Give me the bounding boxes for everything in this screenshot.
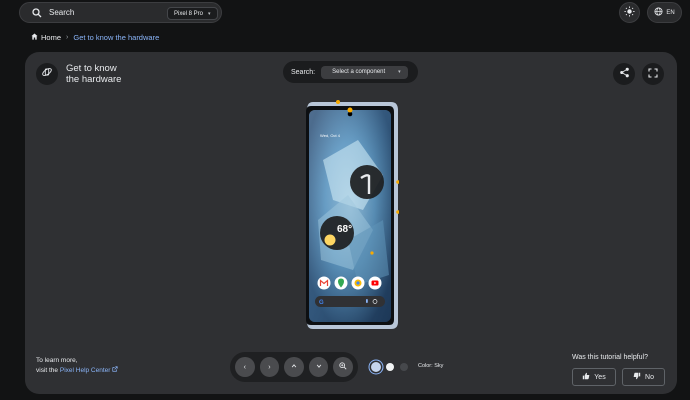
- hardware-card: Get to know the hardware Search: Select …: [25, 52, 677, 394]
- svg-text:G: G: [319, 300, 324, 306]
- phone-search-bar: [315, 296, 385, 307]
- help-center-link[interactable]: Pixel Help Center: [60, 366, 118, 374]
- no-button[interactable]: No: [622, 368, 665, 386]
- chevron-right-icon: ›: [268, 363, 271, 371]
- previous-button[interactable]: ‹: [235, 357, 255, 377]
- sun-icon: [624, 4, 635, 22]
- search-label: Search: [49, 8, 75, 17]
- component-select[interactable]: Select a component ▾: [321, 65, 409, 79]
- device-selector[interactable]: Pixel 8 Pro ▾: [167, 7, 218, 20]
- rotate-up-button[interactable]: [284, 357, 304, 377]
- yes-label: Yes: [594, 373, 606, 381]
- chevron-down-icon: ▾: [208, 10, 211, 17]
- svg-text:Wed, Oct 4: Wed, Oct 4: [320, 133, 341, 138]
- share-button[interactable]: [613, 63, 635, 85]
- weather-temperature: 68°: [337, 224, 352, 235]
- helpful-question: Was this tutorial helpful?: [572, 354, 648, 361]
- breadcrumb: Home › Get to know the hardware: [31, 32, 159, 42]
- card-title: Get to know the hardware: [66, 63, 156, 85]
- chevron-down-icon: [316, 363, 322, 371]
- learn-more-text: To learn more,: [36, 357, 78, 364]
- next-button[interactable]: ›: [259, 357, 280, 377]
- component-search: Search: Select a component ▾: [283, 61, 418, 83]
- chevron-up-icon: [291, 363, 297, 371]
- search-icon: [31, 7, 43, 19]
- color-label: Color: Sky: [418, 363, 444, 369]
- no-label: No: [645, 373, 654, 381]
- top-bar: Search Pixel 8 Pro ▾ EN: [0, 0, 690, 26]
- external-link-icon: [112, 366, 118, 374]
- share-icon: [619, 65, 630, 83]
- thumb-down-icon: [633, 372, 641, 382]
- home-icon: [31, 32, 38, 42]
- globe-icon: [654, 7, 663, 18]
- color-swatch-dark[interactable]: [400, 363, 408, 371]
- language-button[interactable]: EN: [647, 2, 682, 23]
- fullscreen-button[interactable]: [642, 63, 664, 85]
- thumb-up-icon: [582, 372, 590, 382]
- zoom-button[interactable]: [333, 357, 353, 377]
- search-bar[interactable]: Search Pixel 8 Pro ▾: [19, 2, 222, 23]
- color-swatch-white[interactable]: [386, 363, 394, 371]
- chevron-down-icon: ▾: [398, 69, 401, 75]
- chevron-right-icon: ›: [66, 33, 69, 41]
- language-label: EN: [666, 9, 675, 16]
- fullscreen-icon: [648, 65, 658, 83]
- theme-toggle-button[interactable]: [619, 2, 640, 23]
- breadcrumb-current[interactable]: Get to know the hardware: [73, 33, 159, 42]
- color-swatch-sky[interactable]: [371, 362, 381, 372]
- zoom-icon: [339, 362, 347, 372]
- component-search-label: Search:: [291, 68, 316, 76]
- yes-button[interactable]: Yes: [572, 368, 616, 386]
- device-selector-value: Pixel 8 Pro: [174, 10, 204, 17]
- tour-navigation: ‹ ›: [230, 352, 358, 382]
- card-title-line1: Get to know: [66, 63, 117, 74]
- rotate-3d-icon: [41, 65, 53, 83]
- rotate-3d-button[interactable]: [36, 63, 58, 85]
- rotate-down-button[interactable]: [308, 357, 329, 377]
- chevron-left-icon: ‹: [243, 363, 246, 371]
- card-title-line2: the hardware: [66, 74, 122, 85]
- learn-more: To learn more, visit the Pixel Help Cent…: [36, 356, 118, 376]
- visit-text: visit the: [36, 367, 59, 374]
- component-select-value: Select a component: [332, 69, 386, 75]
- breadcrumb-home-link[interactable]: Home: [41, 33, 61, 42]
- phone-3d-model[interactable]: Wed, Oct 4 68° G: [303, 100, 400, 330]
